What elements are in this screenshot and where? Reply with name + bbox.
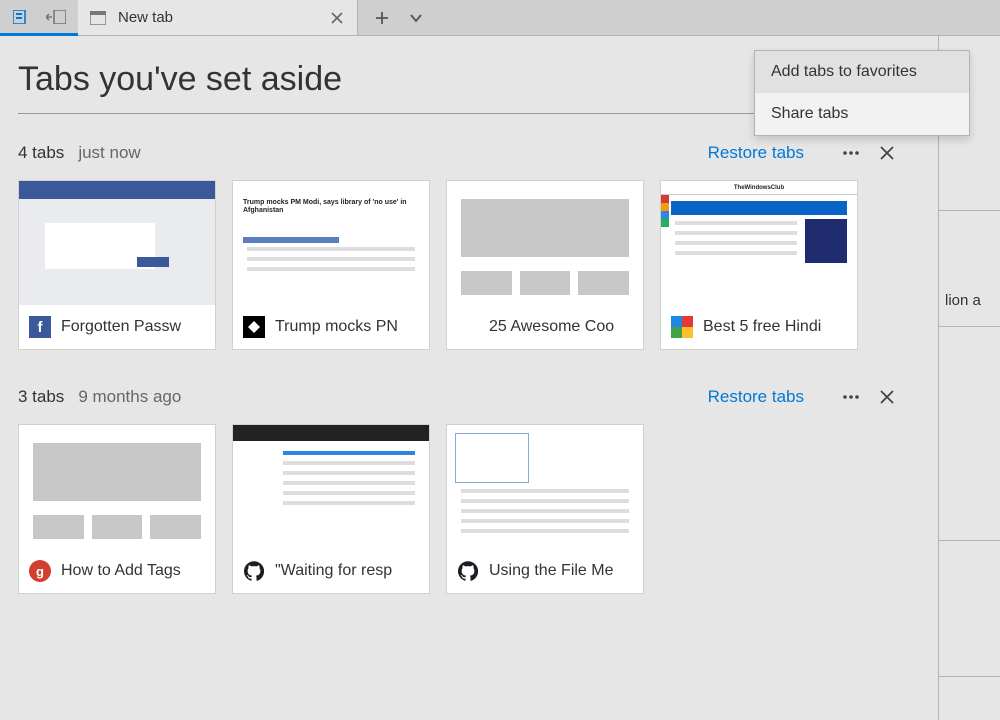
close-group-icon[interactable] xyxy=(876,142,898,164)
menu-share-tabs[interactable]: Share tabs xyxy=(755,93,969,135)
tab-dropdown-icon[interactable] xyxy=(406,8,426,28)
close-group-icon[interactable] xyxy=(876,386,898,408)
peek-text-snippet: lion a xyxy=(945,292,981,309)
more-icon[interactable] xyxy=(840,142,862,164)
tile-title: "Waiting for resp xyxy=(275,562,392,580)
thumb-headline: Trump mocks PM Modi, says library of 'no… xyxy=(243,199,419,214)
show-aside-tabs-icon[interactable] xyxy=(46,7,66,27)
tile-thumbnail xyxy=(19,425,215,549)
tab-group-count: 4 tabs xyxy=(18,143,64,163)
menu-add-tabs-to-favorites[interactable]: Add tabs to favorites xyxy=(755,51,969,93)
aside-tab-tile[interactable]: Trump mocks PM Modi, says library of 'no… xyxy=(232,180,430,350)
aside-tab-tile[interactable]: TheWindowsClub Best 5 free Hindi xyxy=(660,180,858,350)
aside-tab-tile[interactable]: "Waiting for resp xyxy=(232,424,430,594)
restore-tabs-link[interactable]: Restore tabs xyxy=(708,143,804,163)
aside-tab-tile[interactable]: 25 Awesome Coo xyxy=(446,180,644,350)
set-aside-tabs-icon[interactable] xyxy=(12,7,32,27)
tab-group-context-menu: Add tabs to favorites Share tabs xyxy=(754,50,970,136)
tab-tools xyxy=(0,0,78,36)
tab-group-time: just now xyxy=(78,143,140,163)
aside-tab-tile[interactable]: g How to Add Tags xyxy=(18,424,216,594)
tab-group: 4 tabs just now Restore tabs f Forgotten… xyxy=(18,142,916,350)
tile-thumbnail xyxy=(233,425,429,549)
browser-tab-active[interactable]: New tab xyxy=(78,0,358,35)
tile-title: Using the File Me xyxy=(489,562,614,580)
new-tab-icon[interactable] xyxy=(372,8,392,28)
restore-tabs-link[interactable]: Restore tabs xyxy=(708,387,804,407)
browser-chrome: New tab xyxy=(0,0,1000,36)
aside-tab-tile[interactable]: Using the File Me xyxy=(446,424,644,594)
close-tab-icon[interactable] xyxy=(327,8,347,28)
tile-thumbnail xyxy=(447,181,643,305)
tab-bar-actions xyxy=(358,0,426,35)
tile-title: Forgotten Passw xyxy=(61,318,181,336)
github-icon xyxy=(457,560,479,582)
tab-group-count: 3 tabs xyxy=(18,387,64,407)
tile-title: Trump mocks PN xyxy=(275,318,398,336)
tab-title: New tab xyxy=(118,9,317,26)
letter-g-icon: g xyxy=(29,560,51,582)
more-icon[interactable] xyxy=(840,386,862,408)
blank-favicon xyxy=(457,316,479,338)
tile-title: 25 Awesome Coo xyxy=(489,318,614,336)
eagle-icon xyxy=(243,316,265,338)
tab-group-header: 4 tabs just now Restore tabs xyxy=(18,142,898,164)
facebook-icon: f xyxy=(29,316,51,338)
thumb-brand: TheWindowsClub xyxy=(661,181,857,195)
tab-group-header: 3 tabs 9 months ago Restore tabs xyxy=(18,386,898,408)
tile-thumbnail: TheWindowsClub xyxy=(661,181,857,305)
windows-store-icon xyxy=(671,316,693,338)
tile-thumbnail xyxy=(447,425,643,549)
tile-title: Best 5 free Hindi xyxy=(703,318,821,336)
tile-thumbnail xyxy=(19,181,215,305)
tile-title: How to Add Tags xyxy=(61,562,181,580)
tab-group-tiles: f Forgotten Passw Trump mocks PM Modi, s… xyxy=(18,180,916,350)
page-icon xyxy=(88,8,108,28)
tab-group: 3 tabs 9 months ago Restore tabs g How t… xyxy=(18,386,916,594)
background-page-peek: lion a xyxy=(938,36,1000,720)
tab-group-tiles: g How to Add Tags "Waiting for resp xyxy=(18,424,916,594)
github-icon xyxy=(243,560,265,582)
aside-tabs-panel: Tabs you've set aside 4 tabs just now Re… xyxy=(0,36,938,720)
tile-thumbnail: Trump mocks PM Modi, says library of 'no… xyxy=(233,181,429,305)
aside-tab-tile[interactable]: f Forgotten Passw xyxy=(18,180,216,350)
tab-group-time: 9 months ago xyxy=(78,387,181,407)
